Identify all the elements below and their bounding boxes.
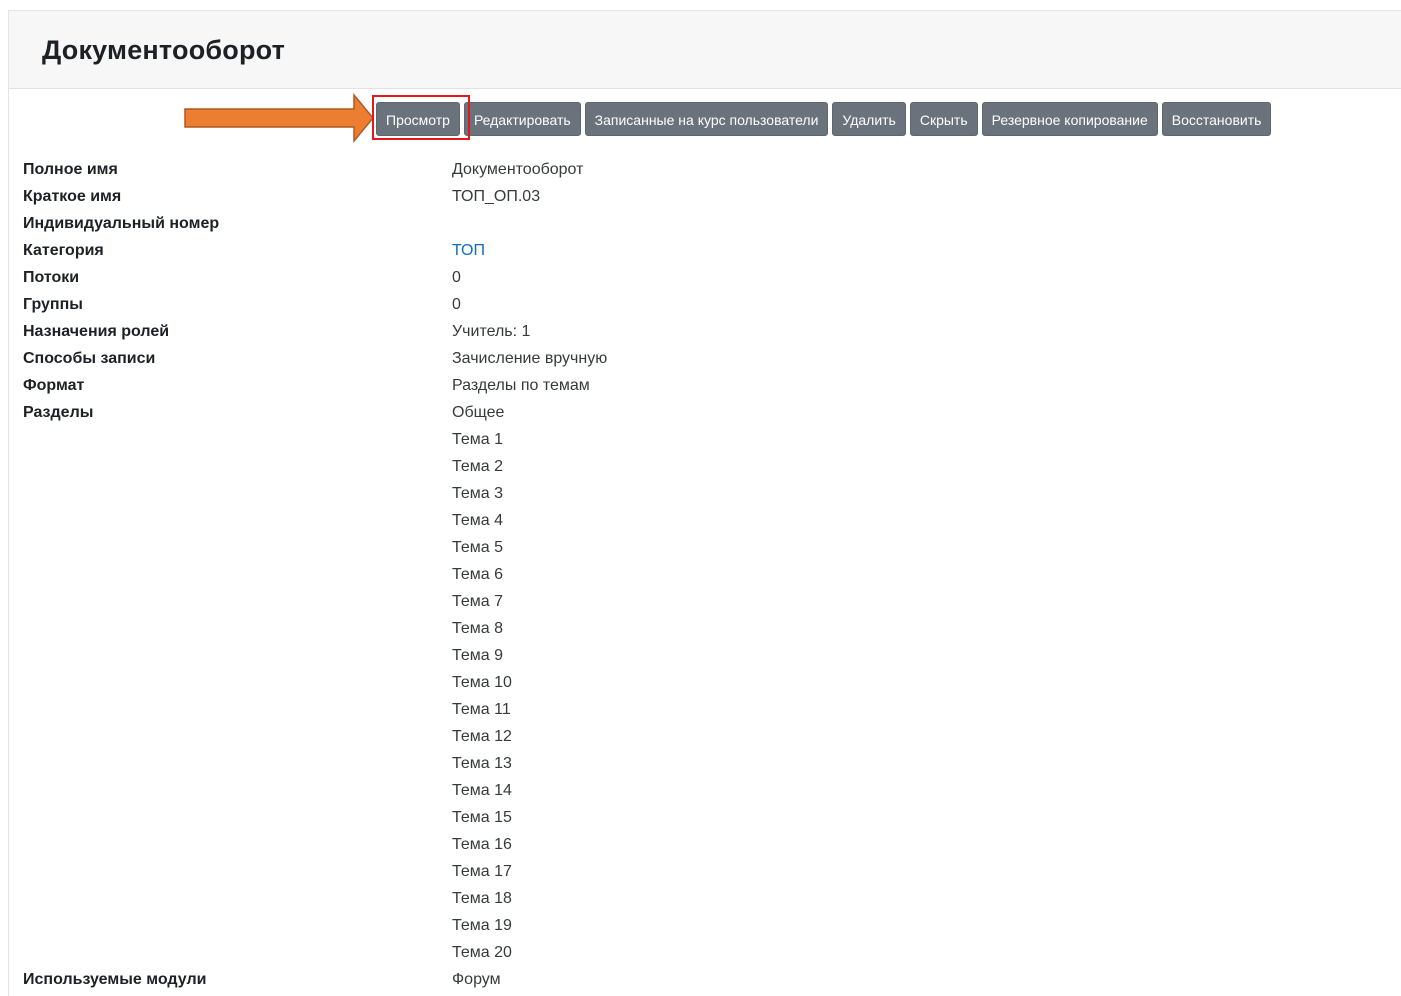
- roles-label: Назначения ролей: [23, 323, 170, 340]
- sections-label: Разделы: [23, 404, 94, 421]
- section-item: Тема 18: [452, 890, 512, 907]
- delete-button[interactable]: Удалить: [832, 102, 906, 136]
- modules-label: Используемые модули: [23, 971, 207, 988]
- groups-value: 0: [452, 296, 461, 313]
- course-action-toolbar: Просмотр Редактировать Записанные на кур…: [372, 102, 1275, 136]
- section-item: Тема 7: [452, 593, 504, 610]
- section-item: Тема 8: [452, 620, 504, 637]
- sections-list: Общее Тема 1 Тема 2 Тема 3 Тема 4 Тема 5…: [452, 401, 512, 968]
- section-item: Тема 11: [452, 701, 511, 718]
- streams-label: Потоки: [23, 269, 80, 286]
- streams-value: 0: [452, 269, 461, 286]
- section-item: Тема 14: [452, 782, 512, 799]
- section-item: Тема 19: [452, 917, 512, 934]
- section-item: Тема 10: [452, 674, 512, 691]
- groups-label: Группы: [23, 296, 83, 313]
- backup-button[interactable]: Резервное копирование: [981, 102, 1158, 136]
- page-title: Документооборот: [42, 35, 286, 65]
- view-button[interactable]: Просмотр: [376, 102, 460, 136]
- short-name-label: Краткое имя: [23, 188, 122, 205]
- short-name-value: ТОП_ОП.03: [452, 188, 541, 205]
- section-item: Тема 4: [452, 512, 504, 529]
- category-label: Категория: [23, 242, 104, 259]
- arrow-right-icon: [184, 93, 374, 143]
- section-item: Общее: [452, 404, 505, 421]
- section-item: Тема 9: [452, 647, 504, 664]
- section-item: Тема 15: [452, 809, 512, 826]
- section-item: Тема 1: [452, 431, 504, 448]
- section-item: Тема 16: [452, 836, 512, 853]
- edit-button[interactable]: Редактировать: [463, 102, 581, 136]
- section-item: Тема 3: [452, 485, 504, 502]
- format-label: Формат: [23, 377, 85, 394]
- enrolled-users-button[interactable]: Записанные на курс пользователи: [584, 102, 829, 136]
- section-item: Тема 2: [452, 458, 504, 475]
- id-number-label: Индивидуальный номер: [23, 215, 220, 232]
- page-header: Документооборот: [9, 11, 1401, 89]
- restore-button[interactable]: Восстановить: [1161, 102, 1272, 136]
- section-item: Тема 5: [452, 539, 504, 556]
- roles-value: Учитель: 1: [452, 323, 531, 340]
- full-name-value: Документооборот: [452, 161, 584, 178]
- section-item: Тема 12: [452, 728, 512, 745]
- hide-button[interactable]: Скрыть: [909, 102, 978, 136]
- format-value: Разделы по темам: [452, 377, 590, 394]
- section-item: Тема 13: [452, 755, 512, 772]
- section-item: Тема 17: [452, 863, 512, 880]
- section-item: Тема 6: [452, 566, 504, 583]
- section-item: Тема 20: [452, 944, 512, 961]
- full-name-label: Полное имя: [23, 161, 118, 178]
- modules-value: Форум: [452, 971, 501, 988]
- category-link[interactable]: ТОП: [452, 239, 485, 263]
- enrol-methods-value: Зачисление вручную: [452, 350, 608, 367]
- enrol-methods-label: Способы записи: [23, 350, 156, 367]
